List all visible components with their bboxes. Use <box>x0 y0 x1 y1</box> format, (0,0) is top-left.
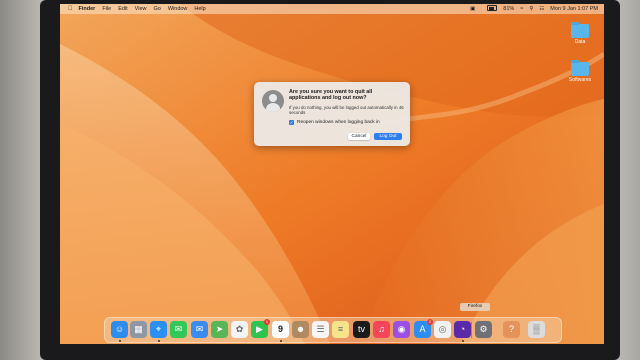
dock-item-help[interactable]: ? <box>503 321 520 338</box>
folder-icon <box>571 22 589 38</box>
facetime-icon: ▶ <box>256 324 263 334</box>
running-indicator <box>157 340 160 342</box>
messages-icon: ✉ <box>174 324 183 334</box>
menu-bar:  Finder File Edit View Go Window Help ▣… <box>60 4 604 14</box>
photos-icon: ✿ <box>235 324 244 334</box>
menu-view[interactable]: View <box>135 6 147 12</box>
menu-finder[interactable]: Finder <box>79 6 96 12</box>
battery-icon[interactable] <box>481 5 498 13</box>
wallpaper <box>60 4 604 344</box>
checkbox-label: Reopen windows when logging back in <box>297 120 380 125</box>
menu-file[interactable]: File <box>102 6 111 12</box>
dock-separator <box>471 322 472 338</box>
app-store-icon: A <box>419 324 426 334</box>
dock-item-system-settings[interactable]: ⚙ <box>475 321 492 338</box>
menu-edit[interactable]: Edit <box>118 6 127 12</box>
music-icon: ♫ <box>378 324 385 334</box>
dock-item-messages[interactable]: ✉ <box>170 321 187 338</box>
reopen-windows-checkbox[interactable]: ✓ Reopen windows when logging back in <box>289 120 380 125</box>
running-indicator <box>461 340 464 342</box>
maps-icon: ➤ <box>215 324 224 334</box>
display-icon[interactable]: ▣ <box>470 6 475 12</box>
dock-item-safari[interactable]: ⌖ <box>150 321 167 338</box>
dock-item-firefox[interactable]: ◔ <box>454 321 471 338</box>
trash-icon: ▒ <box>533 324 540 334</box>
tv-icon: tv <box>357 324 365 334</box>
gear-icon: ⚙ <box>479 324 488 334</box>
dock-item-finder[interactable]: ☺ <box>111 321 128 338</box>
menu-extras: ▣ 81% ≈ ⚲ ☷ Mon 9 Jan 1:07 PM <box>464 5 598 13</box>
finder-icon: ☺ <box>114 324 125 334</box>
firefox-icon: ◔ <box>459 324 466 334</box>
cancel-button[interactable]: Cancel <box>348 133 370 140</box>
dock-item-chrome[interactable]: ◎ <box>434 321 451 338</box>
screen:  Finder File Edit View Go Window Help ▣… <box>60 4 604 344</box>
menu-go[interactable]: Go <box>154 6 161 12</box>
user-avatar-icon <box>262 90 284 112</box>
contacts-icon: ☻ <box>295 324 306 334</box>
desktop-item-label: Data <box>574 39 586 45</box>
dock-item-launchpad[interactable]: ▦ <box>130 321 147 338</box>
apple-icon[interactable]:  <box>68 6 73 12</box>
dialog-message: If you do nothing, you will be logged ou… <box>289 105 404 116</box>
dock-item-notes[interactable]: ≡ <box>332 321 349 338</box>
battery-percent: 81% <box>503 6 515 12</box>
menu-window[interactable]: Window <box>168 6 188 12</box>
control-center-icon[interactable]: ☷ <box>539 6 544 12</box>
folder-icon <box>571 60 589 76</box>
podcasts-icon: ◉ <box>397 324 406 334</box>
question-icon: ? <box>508 324 514 334</box>
dialog-title: Are you sure you want to quit all applic… <box>289 89 373 102</box>
desktop-item-label: Softwares <box>568 77 592 83</box>
dock-item-apple-tv[interactable]: tv <box>353 321 370 338</box>
dock: ☺ ▦ ⌖ ✉ ✉ ➤ ✿ ▶ 1 9 ☻ ☰ ≡ tv ♫ ◉ A 2 ◎ ◔ ⚙? ▒ <box>104 317 562 343</box>
wifi-icon[interactable]: ≈ <box>520 6 523 12</box>
desktop-item-data[interactable]: Data <box>568 22 592 45</box>
dock-item-facetime[interactable]: ▶ 1 <box>251 319 270 338</box>
dock-item-reminders[interactable]: ☰ <box>312 321 329 338</box>
desktop-item-softwares[interactable]: Softwares <box>568 60 592 83</box>
menu-help[interactable]: Help <box>194 6 205 12</box>
checkbox-checked-icon[interactable]: ✓ <box>289 120 294 125</box>
notification-badge: 1 <box>264 319 270 325</box>
dock-item-contacts[interactable]: ☻ <box>292 321 309 338</box>
launchpad-icon: ▦ <box>134 324 143 334</box>
clock[interactable]: Mon 9 Jan 1:07 PM <box>550 6 598 12</box>
running-indicator <box>279 340 282 342</box>
dock-item-app-store[interactable]: A2 <box>414 319 433 338</box>
search-icon[interactable]: ⚲ <box>529 6 533 12</box>
dock-item-photos[interactable]: ✿ <box>231 321 248 338</box>
dock-item-maps[interactable]: ➤ <box>211 321 228 338</box>
log-out-button[interactable]: Log Out <box>374 133 402 140</box>
reminders-icon: ☰ <box>316 324 325 334</box>
notification-badge: 2 <box>427 319 433 325</box>
running-indicator <box>118 340 121 342</box>
notes-icon: ≡ <box>337 324 344 334</box>
dock-item-music[interactable]: ♫ <box>373 321 390 338</box>
logout-dialog: Are you sure you want to quit all applic… <box>254 82 410 146</box>
safari-icon: ⌖ <box>155 324 162 334</box>
mail-icon: ✉ <box>195 324 204 334</box>
dock-item-podcasts[interactable]: ◉ <box>393 321 410 338</box>
dock-item-mail[interactable]: ✉ <box>191 321 208 338</box>
chrome-icon: ◎ <box>438 324 447 334</box>
dock-item-calendar[interactable]: 9 <box>272 321 289 338</box>
dock-item-trash[interactable]: ▒ <box>528 321 545 338</box>
dock-tooltip: Firefox <box>460 303 490 311</box>
calendar-icon: 9 <box>277 324 283 334</box>
